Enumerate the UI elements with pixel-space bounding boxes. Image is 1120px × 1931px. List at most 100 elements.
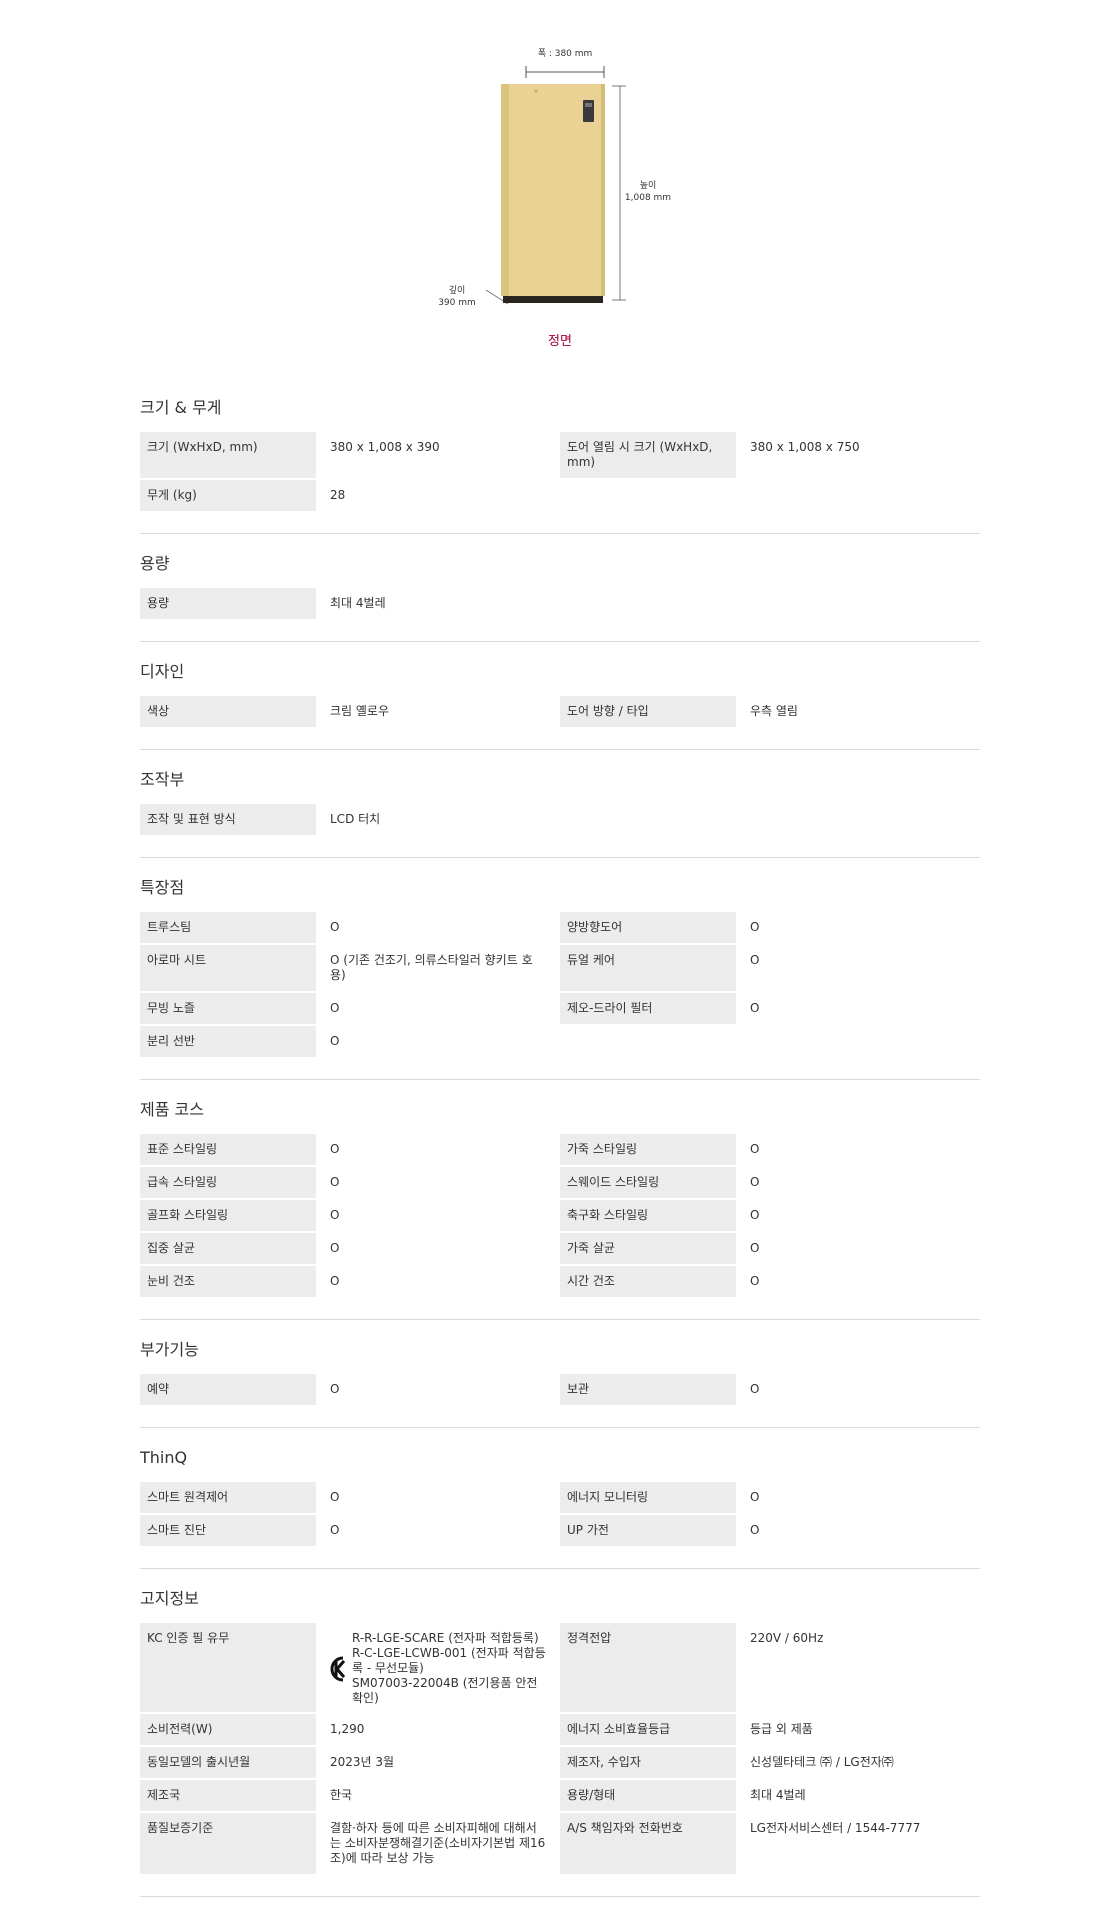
spec-label: 눈비 건조	[140, 1266, 316, 1297]
spec-label: 용량	[140, 588, 316, 619]
spec-label: 조작 및 표현 방식	[140, 804, 316, 835]
spec-section: ThinQ 스마트 원격제어 O 에너지 모니터링 O 스마트 진단 O UP 가전 O	[140, 1448, 980, 1569]
spec-value: 크림 옐로우	[330, 704, 390, 718]
spec-section: 디자인 색상 크림 옐로우 도어 방향 / 타입 우측 열림	[140, 662, 980, 750]
spec-row: 소비전력(W) 1,290 에너지 소비효율등급 등급 외 제품	[140, 1714, 980, 1745]
spec-row: 스마트 원격제어 O 에너지 모니터링 O	[140, 1482, 980, 1513]
section-title: 조작부	[140, 770, 185, 789]
spec-label: 분리 선반	[140, 1026, 316, 1057]
figure-caption: 정면	[548, 334, 572, 349]
spec-row: 골프화 스타일링 O 축구화 스타일링 O	[140, 1200, 980, 1231]
spec-value: O	[750, 920, 760, 934]
spec-value: O	[750, 1142, 760, 1156]
spec-label: 제조자, 수입자	[560, 1747, 736, 1778]
height-value: 1,008 mm	[624, 193, 672, 203]
spec-value: O	[750, 1208, 760, 1222]
spec-label: 표준 스타일링	[140, 1134, 316, 1165]
spec-value: O	[750, 1382, 760, 1396]
spec-row: 집중 살균 O 가죽 살균 O	[140, 1233, 980, 1264]
section-title: 부가기능	[140, 1340, 199, 1359]
spec-value: O	[330, 1034, 340, 1048]
spec-row: 급속 스타일링 O 스웨이드 스타일링 O	[140, 1167, 980, 1198]
spec-section: 크기 & 무게크기 (WxHxD, mm) 380 x 1,008 x 390 도어…	[140, 398, 980, 534]
spec-value: O	[750, 1523, 760, 1537]
spec-label: 에너지 소비효율등급	[560, 1714, 736, 1745]
spec-label: A/S 책임자와 전화번호	[560, 1813, 736, 1874]
spec-value: 220V / 60Hz	[750, 1631, 824, 1645]
spec-label: 스마트 진단	[140, 1515, 316, 1546]
spec-value: O	[750, 1175, 760, 1189]
spec-value: O (기존 건조기, 의류스타일러 향키트 호용)	[330, 953, 533, 982]
depth-label: 깊이	[448, 286, 466, 296]
spec-row: KC 인증 필 유무 R-R-LGE-SCARE (전자파 적합등록) R-C-L…	[140, 1623, 980, 1712]
spec-value: 2023년 3월	[330, 1755, 395, 1769]
spec-value: O	[330, 1490, 340, 1504]
spec-value: 우측 열림	[750, 704, 798, 718]
spec-value: 1,290	[330, 1722, 365, 1736]
spec-row: 동일모델의 출시년월 2023년 3월 제조자, 수입자 신성델타테크 ㈜ / LG전…	[140, 1747, 980, 1778]
spec-value: O	[330, 1208, 340, 1222]
spec-value: LG전자서비스센터 / 1544-7777	[750, 1821, 921, 1835]
spec-label: 예약	[140, 1374, 316, 1405]
spec-row: 분리 선반 O	[140, 1026, 980, 1057]
spec-label: 스웨이드 스타일링	[560, 1167, 736, 1198]
section-title: 제품 코스	[140, 1100, 204, 1119]
spec-label: 가죽 스타일링	[560, 1134, 736, 1165]
spec-value: 최대 4벌레	[330, 596, 386, 610]
spec-label: 품질보증기준	[140, 1813, 316, 1874]
spec-label: 무게 (kg)	[140, 480, 316, 511]
spec-value: O	[750, 953, 760, 967]
spec-label: 색상	[140, 696, 316, 727]
spec-label: 가죽 살균	[560, 1233, 736, 1264]
spec-label: 골프화 스타일링	[140, 1200, 316, 1231]
section-title: 크기 & 무게	[140, 398, 222, 417]
spec-row: 조작 및 표현 방식 LCD 터치	[140, 804, 980, 835]
spec-label: 용량/형태	[560, 1780, 736, 1811]
spec-value: 한국	[330, 1788, 353, 1802]
spec-table: 크기 & 무게크기 (WxHxD, mm) 380 x 1,008 x 390 도어…	[140, 398, 980, 1917]
spec-value: O	[330, 1241, 340, 1255]
spec-label: 축구화 스타일링	[560, 1200, 736, 1231]
section-title: 고지정보	[140, 1589, 199, 1608]
depth-value: 390 mm	[438, 298, 476, 308]
kc-certification-icon	[330, 1654, 350, 1684]
spec-label: KC 인증 필 유무	[140, 1623, 316, 1712]
spec-row: 제조국 한국 용량/형태 최대 4벌레	[140, 1780, 980, 1811]
spec-label: 도어 열림 시 크기 (WxHxD, mm)	[560, 432, 736, 478]
spec-value: O	[330, 920, 340, 934]
spec-row: 용량 최대 4벌레	[140, 588, 980, 619]
spec-label: UP 가전	[560, 1515, 736, 1546]
spec-value: 신성델타테크 ㈜ / LG전자㈜	[750, 1755, 894, 1769]
spec-value: 결함·하자 등에 따른 소비자피해에 대해서는 소비자분쟁해결기준(소비자기본법…	[330, 1821, 546, 1865]
spec-value: O	[750, 1490, 760, 1504]
brand-logo	[534, 89, 538, 93]
spec-value: O	[750, 1274, 760, 1288]
spec-section: 특장점 트루스팀 O 양방향도어 O 아로마 시트 O (기존 건조기, 의류스타일러 향키…	[140, 878, 980, 1080]
spec-value: LCD 터치	[330, 812, 381, 826]
spec-value: O	[330, 1001, 340, 1015]
spec-label: 제오-드라이 필터	[560, 993, 736, 1024]
spec-row: 색상 크림 옐로우 도어 방향 / 타입 우측 열림	[140, 696, 980, 727]
spec-row: 예약 O 보관 O	[140, 1374, 980, 1405]
spec-section: 조작부조작 및 표현 방식 LCD 터치	[140, 770, 980, 858]
height-label: 높이	[639, 181, 657, 191]
spec-row: 표준 스타일링 O 가죽 스타일링 O	[140, 1134, 980, 1165]
kc-certification-text: R-R-LGE-SCARE (전자파 적합등록) R-C-LGE-LCWB-00…	[352, 1631, 546, 1705]
spec-value: 등급 외 제품	[750, 1722, 813, 1736]
spec-label: 보관	[560, 1374, 736, 1405]
spec-label: 도어 방향 / 타입	[560, 696, 736, 727]
spec-value: O	[330, 1175, 340, 1189]
spec-row: 크기 (WxHxD, mm) 380 x 1,008 x 390 도어 열림 시 크…	[140, 432, 980, 478]
spec-row: 트루스팀 O 양방향도어 O	[140, 912, 980, 943]
spec-value: O	[330, 1274, 340, 1288]
spec-row: 스마트 진단 O UP 가전 O	[140, 1515, 980, 1546]
spec-label: 제조국	[140, 1780, 316, 1811]
product-body	[501, 84, 605, 303]
spec-row: 무게 (kg) 28	[140, 480, 980, 511]
width-label: 폭 : 380 mm	[537, 49, 593, 59]
spec-label: 스마트 원격제어	[140, 1482, 316, 1513]
spec-row: 눈비 건조 O 시간 건조 O	[140, 1266, 980, 1297]
spec-value: 최대 4벌레	[750, 1788, 806, 1802]
spec-label: 정격전압	[560, 1623, 736, 1712]
spec-value: O	[330, 1523, 340, 1537]
